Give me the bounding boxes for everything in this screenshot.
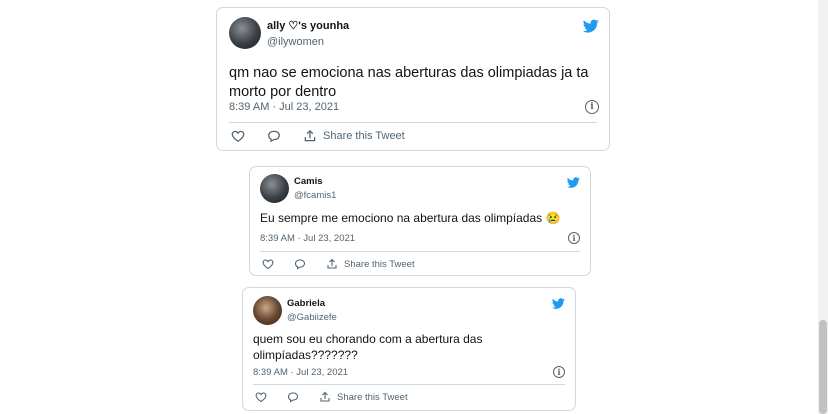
- like-button[interactable]: [255, 391, 267, 403]
- page-scrollbar[interactable]: [818, 0, 828, 414]
- tweet-card-2[interactable]: Camis @fcamis1 Eu sempre me emociono na …: [249, 166, 591, 276]
- timestamp[interactable]: 8:39 AM · Jul 23, 2021: [229, 101, 339, 113]
- info-icon[interactable]: i: [585, 100, 599, 114]
- handle[interactable]: @fcamis1: [294, 190, 336, 201]
- avatar[interactable]: [253, 296, 282, 325]
- reply-button[interactable]: [294, 258, 306, 270]
- reply-icon: [268, 130, 280, 143]
- divider: [260, 251, 580, 252]
- display-name[interactable]: Camis: [294, 176, 336, 187]
- divider: [229, 122, 597, 123]
- twitter-bird-icon[interactable]: [566, 176, 581, 189]
- heart-icon: [255, 392, 267, 403]
- share-icon: [327, 258, 337, 269]
- like-button[interactable]: [262, 258, 274, 270]
- heart-icon: [231, 130, 245, 143]
- share-label[interactable]: Share this Tweet: [337, 392, 408, 403]
- display-name[interactable]: ally ♡'s younha: [267, 19, 349, 32]
- tweet-card-3[interactable]: Gabriela @Gabiizefe quem sou eu chorando…: [242, 287, 576, 411]
- handle[interactable]: @ilywomen: [267, 36, 349, 48]
- timestamp[interactable]: 8:39 AM · Jul 23, 2021: [253, 367, 348, 378]
- tweet-text: Eu sempre me emociono na abertura das ol…: [260, 211, 561, 225]
- avatar[interactable]: [260, 174, 289, 203]
- twitter-bird-icon[interactable]: [582, 18, 600, 34]
- share-button[interactable]: Share this Tweet: [319, 391, 408, 403]
- reply-icon: [294, 259, 306, 270]
- info-icon[interactable]: i: [553, 366, 565, 378]
- avatar[interactable]: [229, 17, 261, 49]
- tweet-text: quem sou eu chorando com a abertura das …: [253, 332, 483, 362]
- timestamp[interactable]: 8:39 AM · Jul 23, 2021: [260, 233, 355, 244]
- share-icon: [304, 129, 316, 142]
- share-icon: [320, 391, 330, 402]
- reply-icon: [287, 392, 299, 403]
- display-name[interactable]: Gabriela: [287, 298, 337, 309]
- share-label[interactable]: Share this Tweet: [344, 259, 415, 270]
- divider: [253, 384, 565, 385]
- share-button[interactable]: Share this Tweet: [303, 129, 405, 143]
- like-button[interactable]: [231, 129, 245, 143]
- tweet-text: qm nao se emociona nas aberturas das oli…: [229, 65, 589, 100]
- twitter-bird-icon[interactable]: [551, 297, 566, 310]
- reply-button[interactable]: [287, 391, 299, 403]
- reply-button[interactable]: [267, 129, 281, 143]
- tweet-card-1[interactable]: ally ♡'s younha @ilywomen qm nao se emoc…: [216, 7, 610, 151]
- share-label[interactable]: Share this Tweet: [323, 130, 405, 142]
- handle[interactable]: @Gabiizefe: [287, 312, 337, 323]
- info-icon[interactable]: i: [568, 232, 580, 244]
- heart-icon: [262, 259, 274, 270]
- scrollbar-thumb[interactable]: [819, 320, 827, 414]
- share-button[interactable]: Share this Tweet: [326, 258, 415, 270]
